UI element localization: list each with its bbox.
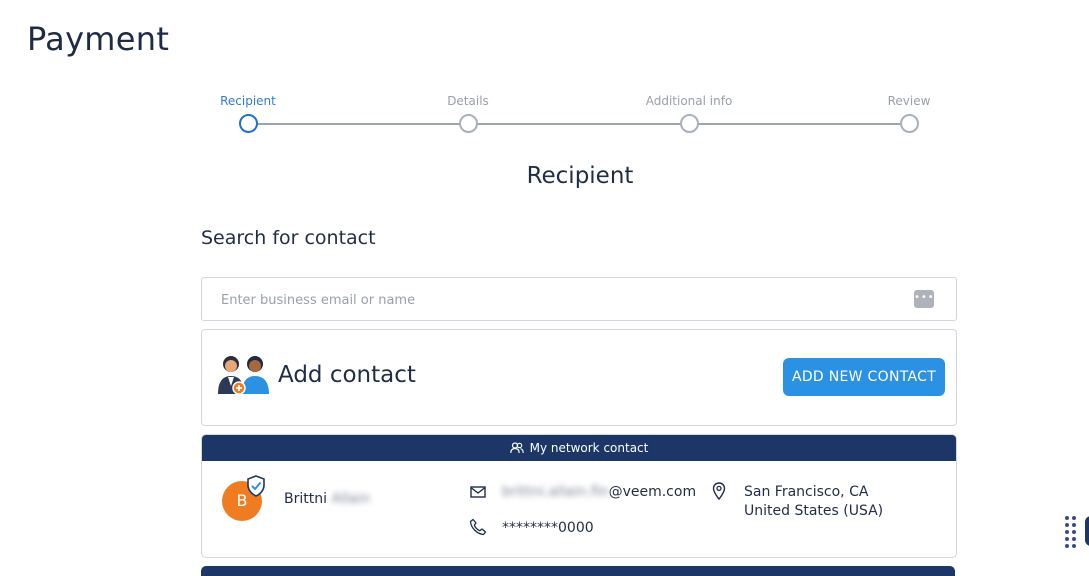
progress-stepper: Recipient Details Additional info Review [200, 92, 940, 142]
step-circle-icon [679, 114, 699, 133]
contact-country: United States (USA) [744, 503, 884, 519]
phone-icon [469, 518, 487, 536]
email-domain: @veem.com [608, 484, 697, 500]
step-circle-icon [458, 114, 478, 133]
contact-phone: ********0000 [502, 520, 594, 536]
search-input[interactable] [219, 278, 903, 322]
add-contact-title: Add contact [278, 362, 416, 388]
add-new-contact-button[interactable]: ADD NEW CONTACT [783, 358, 945, 396]
users-icon [509, 442, 524, 454]
location-pin-icon [712, 482, 726, 500]
search-label: Search for contact [201, 227, 376, 249]
contact-last-name-blurred: Allain [331, 491, 371, 507]
step-label: Recipient [220, 94, 276, 108]
search-box: ••• [201, 277, 957, 322]
section-title: Recipient [526, 163, 634, 189]
verified-shield-icon [247, 475, 265, 497]
network-banner: My network contact [202, 435, 956, 461]
step-additional-info[interactable]: Additional info [634, 92, 744, 133]
drag-grip-icon[interactable] [1064, 515, 1078, 549]
mail-icon [470, 486, 486, 498]
contact-first-name: Brittni [284, 491, 327, 507]
step-review[interactable]: Review [854, 92, 964, 133]
step-label: Details [447, 94, 489, 108]
contact-email: brittni.allain.fin@veem.com [502, 484, 696, 500]
step-circle-icon [238, 114, 258, 133]
step-details[interactable]: Details [413, 92, 523, 133]
email-local-blurred: brittni.allain.fin [502, 484, 609, 500]
more-dots-icon[interactable]: ••• [914, 290, 934, 308]
page-title: Payment [27, 20, 170, 58]
step-label: Review [887, 94, 931, 108]
step-recipient[interactable]: Recipient [193, 92, 303, 133]
network-banner-label: My network contact [529, 441, 649, 455]
next-contact-card[interactable] [201, 566, 955, 576]
step-circle-icon [899, 114, 919, 133]
people-add-icon [218, 356, 269, 395]
add-contact-card: Add contact ADD NEW CONTACT [201, 329, 957, 426]
step-label: Additional info [645, 94, 733, 108]
stepper-line [248, 123, 910, 125]
contact-name: Brittni Allain [284, 491, 370, 507]
contact-card[interactable]: My network contact B Brittni Allain brit… [201, 434, 957, 558]
side-panel-tab[interactable] [1085, 516, 1089, 546]
contact-city: San Francisco, CA [744, 484, 869, 500]
